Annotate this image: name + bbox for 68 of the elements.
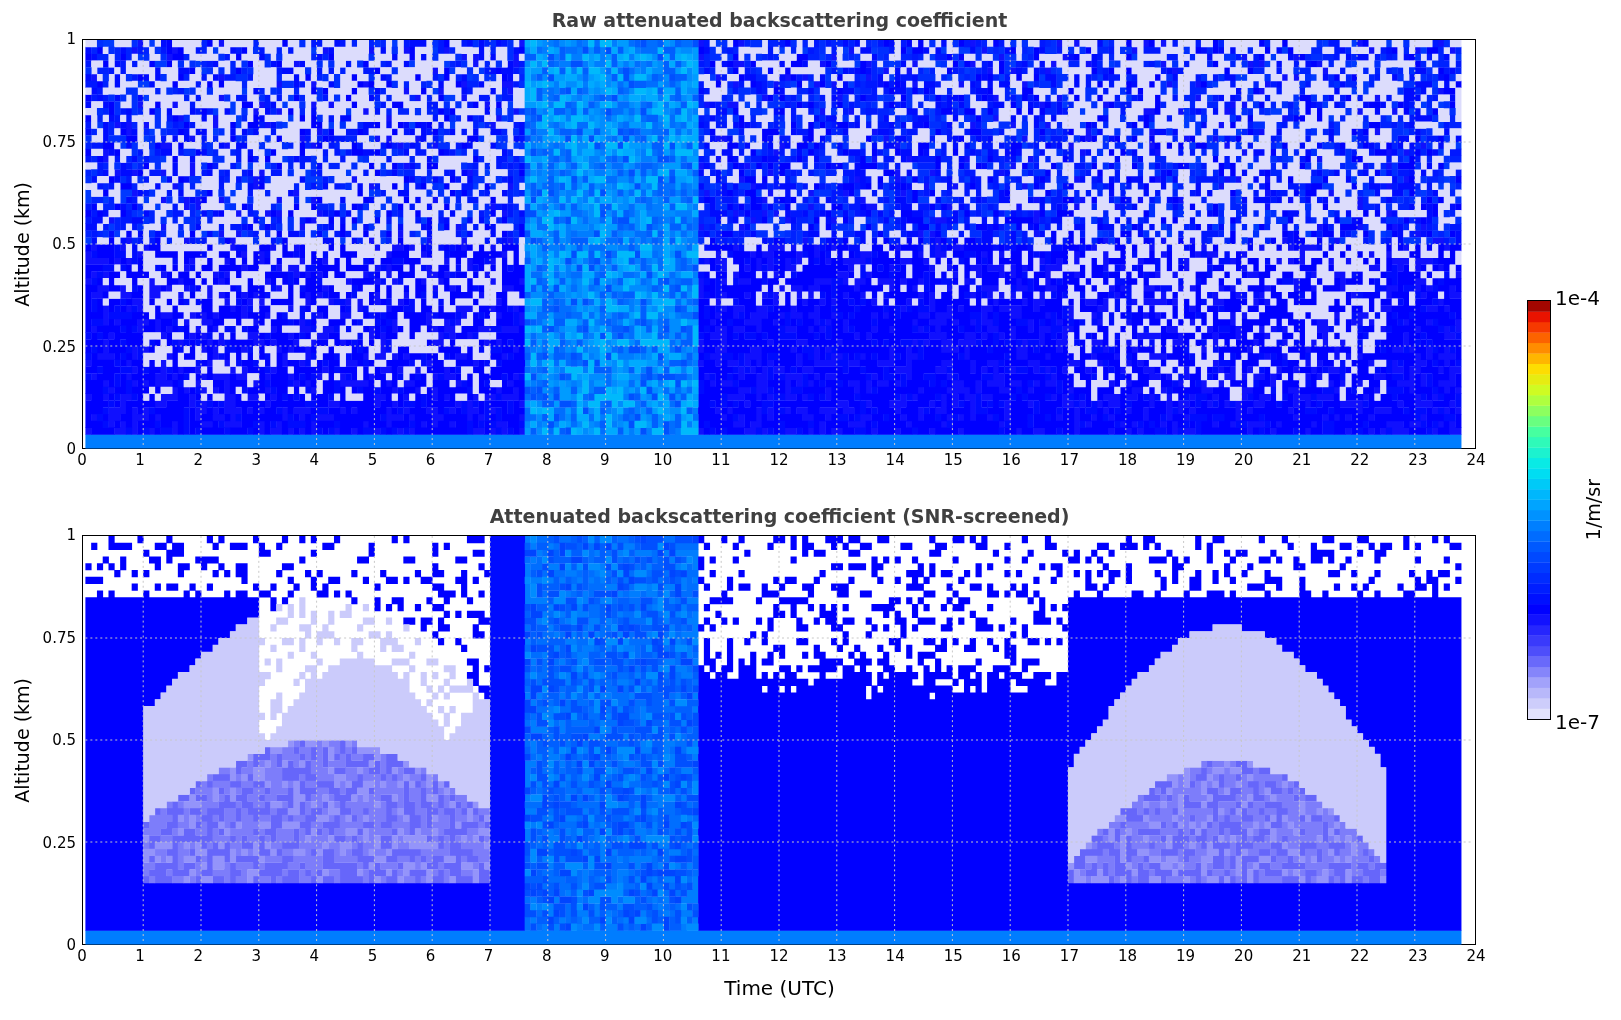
x-tick-label: 17 [1059, 949, 1079, 964]
x-tick-label: 17 [1059, 453, 1079, 468]
colorbar-unit-label: 1/m/sr [1581, 479, 1605, 541]
x-tick-label: 21 [1292, 453, 1312, 468]
x-tick-label: 13 [827, 453, 847, 468]
x-tick-label: 3 [251, 949, 261, 964]
x-tick-label: 9 [600, 949, 610, 964]
plot-title: Attenuated backscattering coefficient (SNR-screened) [489, 503, 1070, 529]
y-tick-label: 0.75 [42, 134, 76, 149]
x-tick-label: 23 [1408, 949, 1428, 964]
x-tick-label: 20 [1234, 453, 1254, 468]
y-tick-label: 1 [66, 31, 76, 47]
x-tick-label: 22 [1350, 949, 1370, 964]
x-tick-label: 11 [711, 453, 731, 468]
x-tick-label: 4 [309, 453, 320, 468]
x-tick-label: 15 [943, 949, 963, 964]
colorbar-min-label: 1e-7 [1555, 712, 1600, 732]
x-tick-label: 4 [309, 949, 320, 964]
x-tick-label: 13 [827, 949, 847, 964]
x-tick-label: 7 [483, 453, 494, 468]
y-tick-label: 0.5 [52, 732, 76, 748]
y-tick-label: 0.25 [42, 339, 76, 354]
x-tick-label: 24 [1466, 949, 1486, 964]
x-tick-label: 16 [1001, 453, 1021, 468]
x-tick-label: 6 [425, 453, 436, 468]
x-tick-label: 22 [1350, 453, 1370, 468]
y-tick-label: 1 [66, 527, 76, 543]
y-axis-label: Altitude (km) [9, 677, 34, 803]
x-tick-label: 0 [77, 949, 87, 964]
x-tick-label: 5 [367, 453, 378, 468]
x-tick-label: 12 [769, 453, 789, 468]
x-tick-label: 19 [1176, 453, 1196, 468]
x-tick-label: 2 [193, 453, 203, 468]
x-tick-label: 5 [367, 949, 378, 964]
x-tick-label: 18 [1117, 453, 1138, 468]
x-tick-label: 14 [885, 949, 905, 964]
x-tick-label: 19 [1176, 949, 1196, 964]
x-tick-label: 18 [1117, 949, 1138, 964]
x-tick-label: 10 [653, 949, 673, 964]
x-tick-label: 8 [541, 453, 552, 468]
x-axis-label: Time (UTC) [724, 975, 835, 1002]
y-tick-label: 0 [66, 937, 76, 953]
x-tick-label: 1 [135, 949, 145, 964]
y-tick-label: 0.25 [42, 835, 76, 850]
x-tick-label: 1 [135, 453, 145, 468]
x-tick-label: 0 [77, 453, 87, 468]
y-tick-label: 0.5 [52, 236, 76, 252]
x-tick-label: 11 [711, 949, 731, 964]
x-tick-label: 7 [483, 949, 494, 964]
x-tick-label: 15 [943, 453, 963, 468]
plot-title: Raw attenuated backscattering coefficient [551, 7, 1008, 33]
x-tick-label: 10 [653, 453, 673, 468]
y-tick-label: 0 [66, 441, 76, 457]
y-tick-label: 0.75 [42, 630, 76, 645]
x-tick-label: 14 [885, 453, 905, 468]
x-tick-label: 3 [251, 453, 261, 468]
x-tick-label: 6 [425, 949, 436, 964]
x-tick-label: 20 [1234, 949, 1254, 964]
x-tick-label: 8 [541, 949, 552, 964]
x-tick-label: 2 [193, 949, 203, 964]
colorbar-max-label: 1e-4 [1555, 288, 1600, 308]
x-tick-label: 16 [1001, 949, 1021, 964]
x-tick-label: 21 [1292, 949, 1312, 964]
x-tick-label: 9 [600, 453, 610, 468]
x-tick-label: 12 [769, 949, 789, 964]
x-tick-label: 24 [1466, 453, 1486, 468]
y-axis-label: Altitude (km) [9, 181, 34, 307]
x-tick-label: 23 [1408, 453, 1428, 468]
